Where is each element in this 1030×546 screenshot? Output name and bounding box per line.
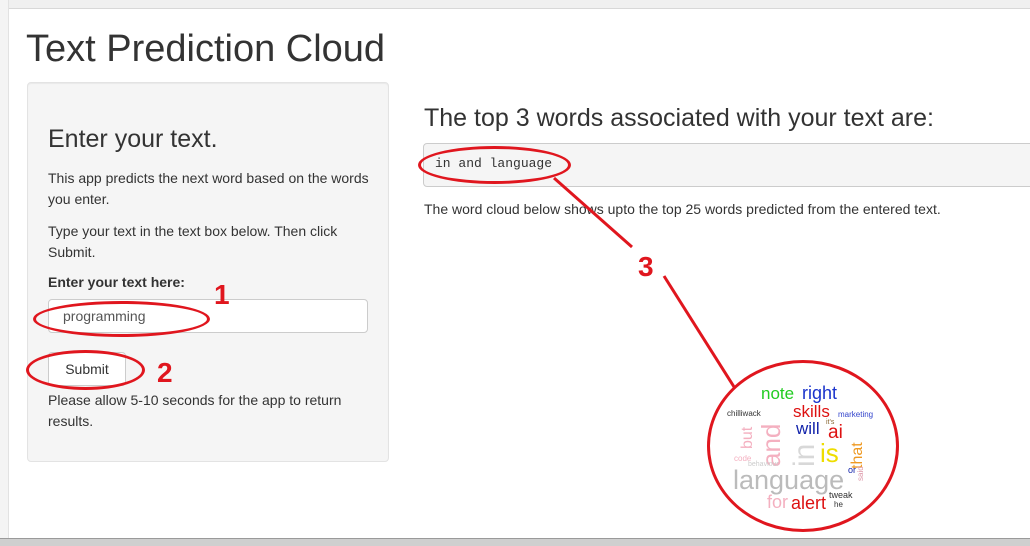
cloud-word: alert [791, 493, 827, 513]
cloud-word: note [761, 384, 795, 403]
annotation-ellipse-result [418, 146, 571, 184]
cloud-word: chilliwack [727, 409, 761, 418]
cloud-word: right [802, 383, 838, 403]
annotation-label-1: 1 [214, 279, 230, 310]
annotation-ellipse-input [33, 301, 210, 337]
cloud-word: or [848, 465, 857, 475]
cloud-word: for [767, 492, 789, 512]
annotation-label-2: 2 [157, 357, 173, 388]
cloud-word: said [856, 466, 865, 481]
cloud-word: is [820, 438, 839, 468]
cloud-word: marketing [838, 410, 874, 419]
annotation-ellipse-submit [26, 350, 145, 390]
cloud-word: skills [793, 402, 830, 421]
cloud-word: language [733, 465, 845, 495]
cloud-word: he [834, 500, 843, 509]
annotation-label-3: 3 [638, 251, 654, 282]
cloud-word: in [788, 443, 821, 467]
cloud-word: but [739, 426, 756, 449]
word-cloud: note right chilliwack skills marketing w… [707, 360, 899, 532]
cloud-word: tweak [829, 490, 853, 500]
cloud-word: will [796, 419, 820, 438]
